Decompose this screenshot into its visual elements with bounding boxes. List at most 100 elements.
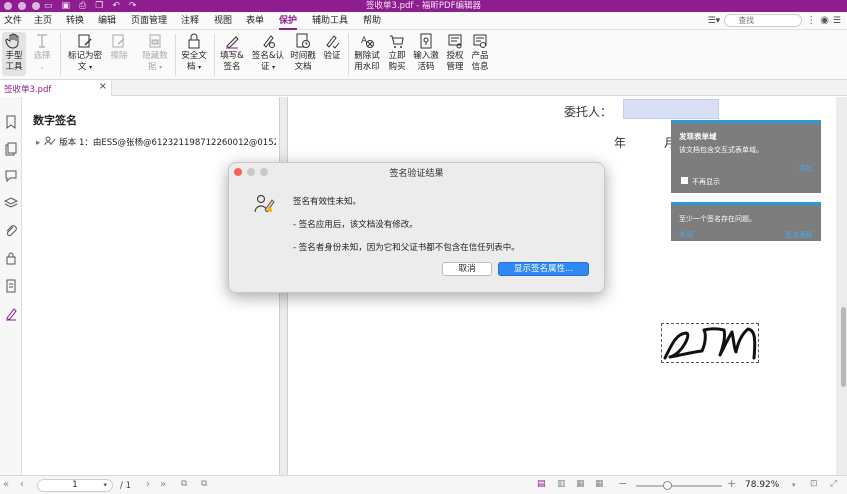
single-page-view-icon[interactable]: ▤ [537,479,546,489]
dismiss-link[interactable]: 关闭 [679,230,693,240]
select-tool-label: 选择 [33,51,51,61]
continuous-view-icon[interactable]: ▥ [557,479,566,489]
dont-show-again-checkbox[interactable] [681,177,688,184]
enter-activation-code-button[interactable]: 输入激 活码 [412,32,440,73]
cancel-button[interactable]: 取消 [442,262,492,276]
hide-data-label-1: 隐藏数 [142,51,168,61]
select-tool-button[interactable]: 选择 ⌄ [30,32,54,73]
verify-signature-icon [326,35,340,49]
timestamp-label-2: 文档 [294,62,312,72]
menu-page-management[interactable]: 页面管理 [131,15,167,27]
signature-field[interactable] [661,323,759,363]
erase-label: 擦除 [110,51,128,61]
previous-page-icon[interactable]: ‹ [20,479,24,490]
hand-tool-button[interactable]: 手型 工具 [2,32,26,76]
product-info-button[interactable]: 产品 信息 [468,32,492,73]
first-page-icon[interactable]: « [3,479,9,490]
menu-accessibility-tools[interactable]: 辅助工具 [312,15,348,27]
fill-and-sign-button[interactable]: 填写& 签名 [218,32,246,73]
hide-data-label-2: 据 [147,62,157,72]
hide-data-button[interactable]: 隐藏数 据 ▾ [140,32,170,73]
zoom-dropdown-icon[interactable]: ▾ [792,481,796,489]
license-management-button[interactable]: 授权 管理 [443,32,467,73]
clock-document-icon [296,33,310,48]
menu-form[interactable]: 表单 [246,15,264,27]
menu-toggle-icon[interactable]: ☰ [833,16,841,26]
principal-form-field[interactable] [623,99,719,119]
attachment-icon[interactable] [4,223,18,237]
next-page-icon[interactable]: › [146,479,150,490]
buy-now-label-2: 购买 [388,62,406,72]
zoom-in-icon[interactable]: + [727,477,736,490]
hand-tool-label-1: 手型 [5,51,23,61]
last-page-icon[interactable]: » [160,479,166,490]
shopping-cart-icon [390,35,404,48]
total-pages: / 1 [120,481,131,491]
security-document-button[interactable]: 安全文 档 ▾ [178,32,210,73]
menu-convert[interactable]: 转换 [66,15,84,27]
verify-button[interactable]: 验证 [320,32,344,62]
page-number-input[interactable]: 1 ▾ [37,479,113,492]
show-signature-properties-button[interactable]: 显示签名属性... [498,262,589,276]
bookmark-icon[interactable] [4,115,18,129]
signature-panel-link[interactable]: 签名面板 [785,230,813,240]
page-dropdown-icon[interactable]: ▾ [103,480,107,491]
sign-and-certify-button[interactable]: 签名&认 证 ▾ [250,32,286,73]
signature-panel-icon[interactable] [4,307,18,321]
left-navigation-rail [0,97,22,475]
buy-now-label-1: 立即 [388,51,406,61]
user-account-icon[interactable]: ◉ [820,15,829,26]
menu-bar: 文件 主页 转换 编辑 页面管理 注释 视图 表单 保护 辅助工具 帮助 ☰▾ … [0,12,847,30]
principal-label: 委托人： [564,105,613,119]
page-thumbnails-icon[interactable] [4,142,18,156]
title-bar: ▭ ▣ ⎙ ❐ ↶ ↷ 签收单3.pdf - 福昕PDF编辑器 [0,0,847,12]
document-properties-icon[interactable] [4,279,18,293]
menu-home[interactable]: 主页 [34,15,52,27]
previous-view-icon[interactable]: ⧉ [181,479,187,489]
two-page-view-icon[interactable]: ▦ [576,479,585,489]
menu-help[interactable]: 帮助 [363,15,381,27]
next-view-icon[interactable]: ⧉ [201,479,207,489]
signature-version-row[interactable]: ▸ 版本 1：由ESS@张杨@612321198712260012@0152... [36,136,276,148]
signature-version-label: 版本 1：由ESS@张杨@612321198712260012@0152... [59,138,276,148]
search-input[interactable] [724,14,803,27]
remove-watermark-button[interactable]: A 删除试 用水印 [352,32,382,73]
zoom-slider-knob[interactable] [663,481,673,490]
zoom-out-icon[interactable]: − [618,477,627,490]
buy-now-button[interactable]: 立即 购买 [385,32,409,73]
identity-unknown-text: - 签名者身份未知，因为它和父证书都不包含在信任列表中。 [293,243,520,253]
timestamp-document-button[interactable]: 时间戳 文档 [289,32,317,73]
menu-right-tools: ☰▾ ⌕ ⋮ ◉ ☰ [708,14,841,27]
product-info-label-1: 产品 [471,51,489,61]
sign-cert-label-2: 证 [260,62,270,72]
menu-edit[interactable]: 编辑 [98,15,116,27]
form-fields-notification: 发现表单域 该文档包含交互式表单域。 突出 不再显示 [671,120,821,193]
mark-for-redaction-button[interactable]: 标记为密 文 ▾ [66,32,104,73]
security-lock-icon[interactable] [4,251,18,265]
zoom-slider[interactable] [636,485,722,487]
status-bar: « ‹ 1 ▾ / 1 › » ⧉ ⧉ ▤ ▥ ▦ ▦ − + 78.92% ▾… [0,475,847,494]
erase-button[interactable]: 擦除 [107,32,131,62]
vertical-scrollbar[interactable] [841,307,846,387]
handwritten-signature [663,327,757,360]
form-notification-title: 发现表单域 [679,132,717,141]
two-page-continuous-icon[interactable]: ▦ [595,479,604,489]
menu-view[interactable]: 视图 [214,15,232,27]
more-options-icon[interactable]: ⋮ [806,15,816,26]
layers-icon[interactable] [4,196,18,210]
highlight-fields-link[interactable]: 突出 [799,163,813,173]
fit-page-icon[interactable]: ⊡ [810,479,818,489]
year-label: 年 [614,136,627,150]
signature-validation-dialog: 签名验证结果 签名有效性未知。 - 签名应用后，该文档没有修改。 - 签名者身份… [228,162,605,293]
close-tab-icon[interactable]: × [99,81,107,92]
fullscreen-icon[interactable]: ⤢ [830,479,837,489]
menu-file[interactable]: 文件 [4,15,22,27]
list-dropdown-icon[interactable]: ☰▾ [708,16,721,26]
menu-comment[interactable]: 注释 [181,15,199,27]
signer-unknown-icon [254,194,275,213]
comments-icon[interactable] [4,169,18,183]
menu-protect[interactable]: 保护 [279,15,298,30]
document-tab[interactable]: 签收单3.pdf × [0,80,112,96]
remove-watermark-label-1: 删除试 [354,51,380,61]
expand-triangle-icon[interactable]: ▸ [36,138,40,148]
